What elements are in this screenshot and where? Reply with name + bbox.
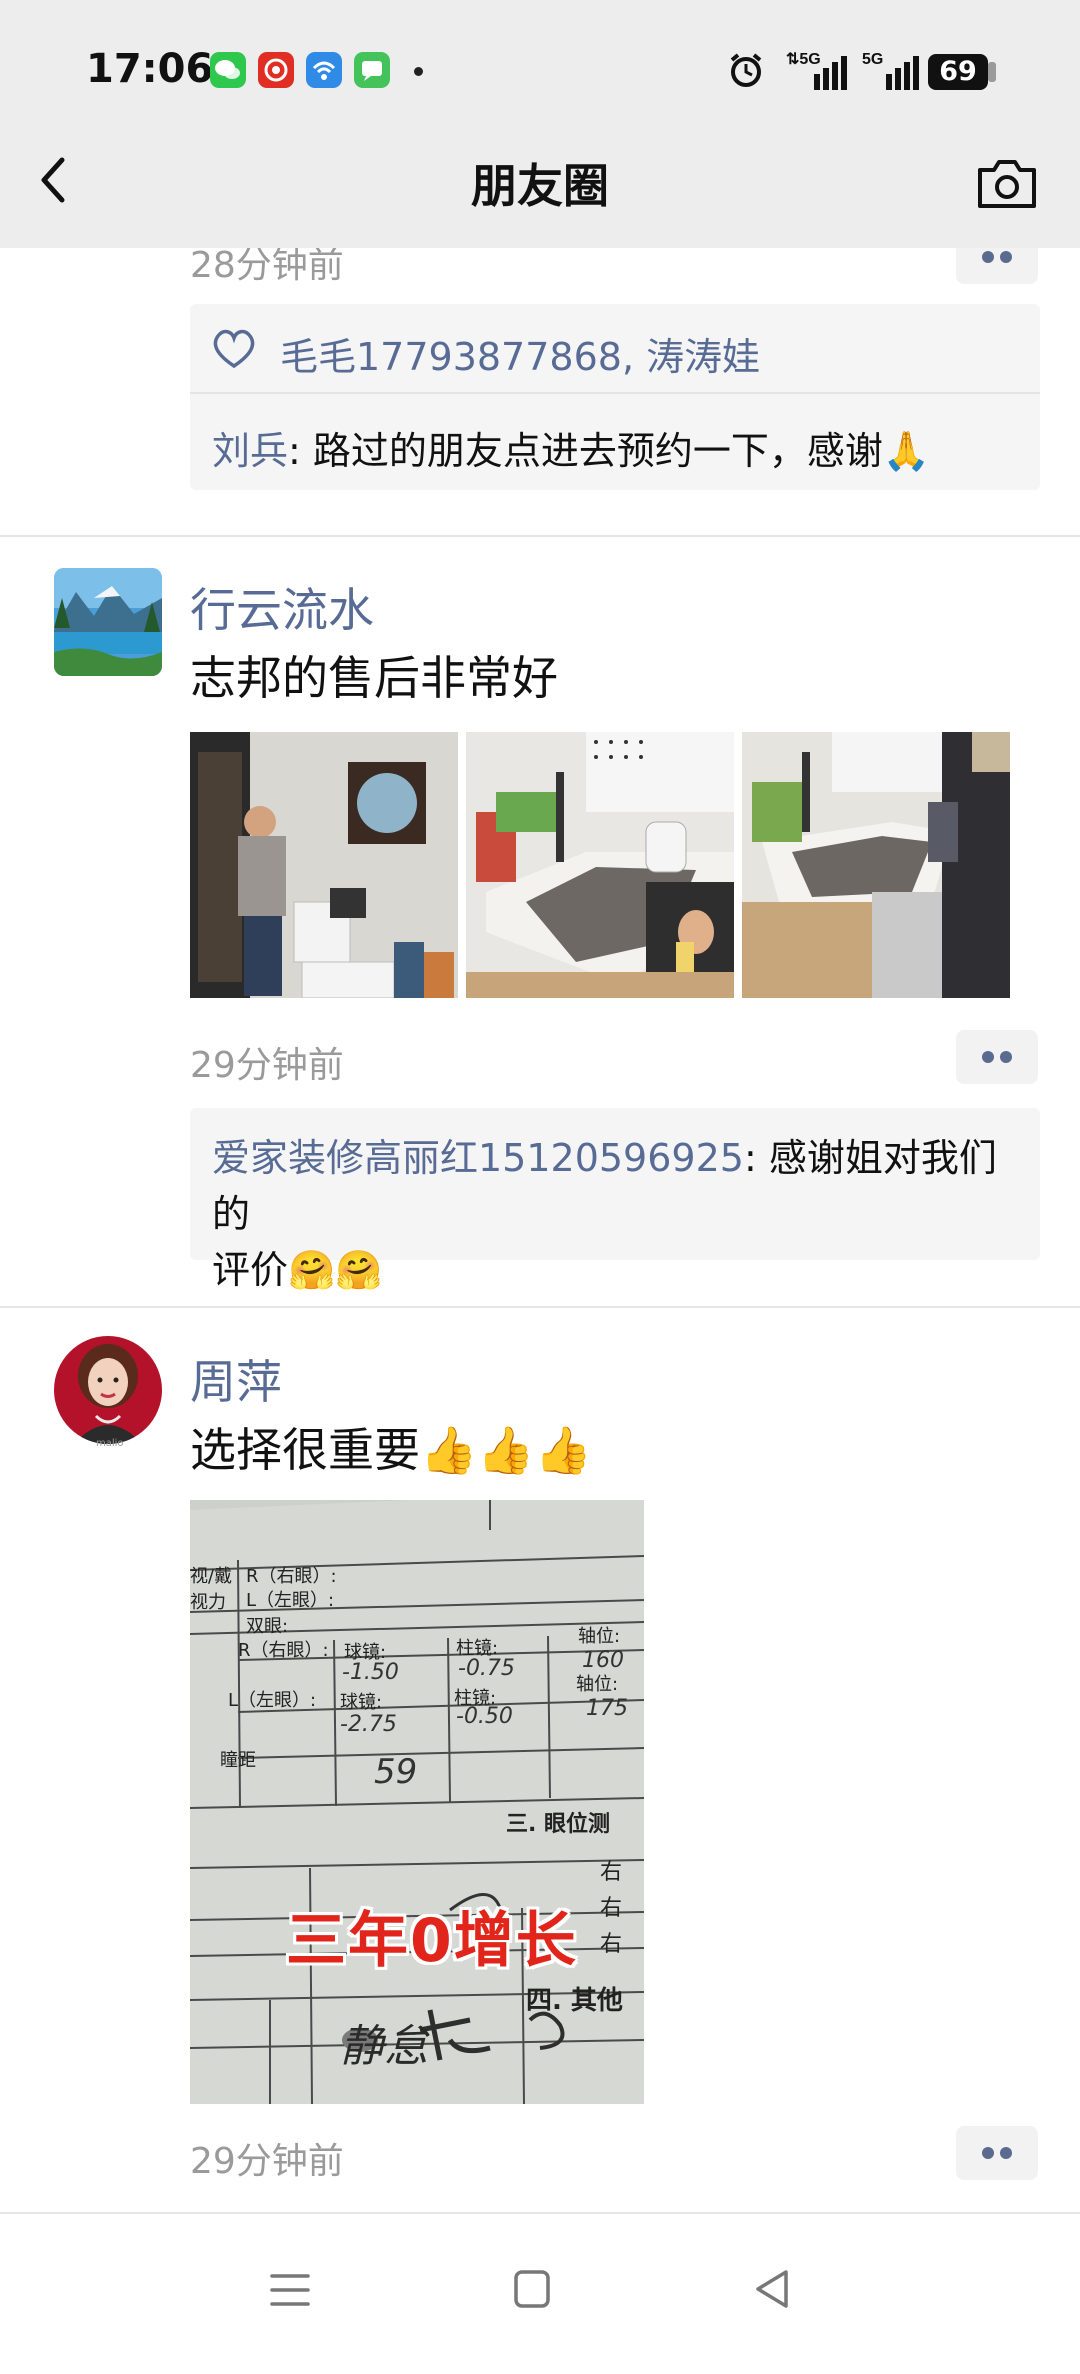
- likes-list[interactable]: 毛毛17793877868, 涛涛娃: [280, 326, 760, 381]
- post-divider: [0, 535, 1080, 537]
- form-label: 四. 其他: [526, 1986, 623, 2016]
- menu-icon[interactable]: [268, 2270, 312, 2310]
- form-side-label: 视/戴: [190, 1566, 233, 1587]
- comment-text: : 路过的朋友点进去预约一下，感谢🙏: [288, 429, 931, 473]
- signal-icon-2: 5G: [862, 48, 928, 92]
- signal-icon-1: ⇅5G: [786, 48, 852, 92]
- handwritten-value: 160: [582, 1648, 624, 1673]
- handwritten-value: -0.50: [456, 1704, 513, 1729]
- pinduoduo-icon: [258, 52, 294, 88]
- more-actions-button[interactable]: [956, 1030, 1038, 1084]
- post-photo-1[interactable]: [190, 732, 458, 998]
- svg-text:5G: 5G: [862, 51, 883, 68]
- handwritten-value: -0.75: [458, 1656, 515, 1681]
- handwritten-value: -2.75: [340, 1712, 397, 1737]
- form-label: 双眼:: [246, 1616, 289, 1637]
- form-label: L（左眼）:: [246, 1590, 335, 1611]
- comment-box: 爱家装修高丽红15120596925: 感谢姐对我们的 评价🤗🤗: [190, 1108, 1040, 1292]
- more-notifications-dot: [414, 67, 423, 76]
- status-time: 17:06: [86, 46, 214, 92]
- form-label: 三. 眼位测: [506, 1812, 611, 1837]
- avatar-caption: malio: [96, 1438, 124, 1449]
- post-divider: [0, 1306, 1080, 1308]
- battery-indicator: 69: [928, 54, 988, 90]
- comment-author[interactable]: 刘兵: [212, 429, 288, 473]
- form-label: 右: [600, 1932, 623, 1957]
- battery-tip: [988, 62, 996, 82]
- interaction-box: 毛毛17793877868, 涛涛娃 刘兵: 路过的朋友点进去预约一下，感谢🙏: [190, 304, 1040, 490]
- comment-text-continued: 评价🤗🤗: [212, 1248, 383, 1292]
- post-photo-3[interactable]: [742, 732, 1010, 998]
- post-divider: [0, 2212, 1080, 2214]
- post-time: 29分钟前: [190, 2141, 344, 2182]
- post-text: 志邦的售后非常好: [190, 651, 558, 705]
- form-label: 右: [600, 1896, 623, 1921]
- form-label: R（右眼）:: [238, 1640, 329, 1661]
- wifi-app-icon: [306, 52, 342, 88]
- alarm-icon: [726, 50, 766, 90]
- page-title: 朋友圈: [471, 159, 609, 213]
- top-bar: 17:06 ⇅5G 5G 69 朋友圈: [0, 0, 1080, 248]
- image-overlay-text: 三年0增长: [286, 1906, 578, 1976]
- wechat-icon: [210, 52, 246, 88]
- avatar[interactable]: [54, 1336, 162, 1444]
- comment-author[interactable]: 爱家装修高丽红15120596925: [212, 1136, 744, 1180]
- form-label: R（右眼）:: [246, 1566, 337, 1587]
- form-label: 轴位:: [576, 1674, 619, 1695]
- post-text: 选择很重要👍👍👍: [190, 1423, 592, 1477]
- more-actions-button[interactable]: [956, 2126, 1038, 2180]
- form-label: 球镜:: [340, 1692, 383, 1713]
- form-label: 轴位:: [578, 1626, 621, 1647]
- author-name[interactable]: 行云流水: [190, 574, 374, 640]
- author-name[interactable]: 周萍: [190, 1346, 282, 1412]
- svg-text:⇅5G: ⇅5G: [786, 51, 821, 68]
- camera-button[interactable]: [974, 156, 1040, 212]
- post-photo[interactable]: 视/戴 视力 R（右眼）: L（左眼）: 双眼: R（右眼）: L（左眼）: 球…: [190, 1500, 644, 2104]
- comment: 刘兵: 路过的朋友点进去预约一下，感谢🙏: [212, 420, 930, 475]
- home-icon[interactable]: [512, 2268, 552, 2310]
- handwritten-value: 59: [374, 1752, 418, 1792]
- post-photo-2[interactable]: [466, 732, 734, 998]
- avatar[interactable]: [54, 568, 162, 676]
- form-label: 右: [600, 1860, 623, 1885]
- form-label: L（左眼）:: [228, 1690, 317, 1711]
- form-side-label: 视力: [190, 1592, 226, 1613]
- form-label: 瞳距: [220, 1750, 256, 1771]
- likes-divider: [190, 392, 1040, 394]
- handwritten-value: 175: [586, 1696, 628, 1721]
- handwritten-value: -1.50: [342, 1660, 399, 1685]
- heart-icon: [210, 326, 258, 370]
- comment: 爱家装修高丽红15120596925: 感谢姐对我们的 评价🤗🤗: [212, 1130, 1032, 1298]
- back-nav-icon[interactable]: [750, 2266, 794, 2312]
- signature: 静怠: [340, 2021, 428, 2072]
- message-app-icon: [354, 52, 390, 88]
- post-time: 29分钟前: [190, 1045, 344, 1086]
- system-nav-bar: [0, 2220, 1080, 2374]
